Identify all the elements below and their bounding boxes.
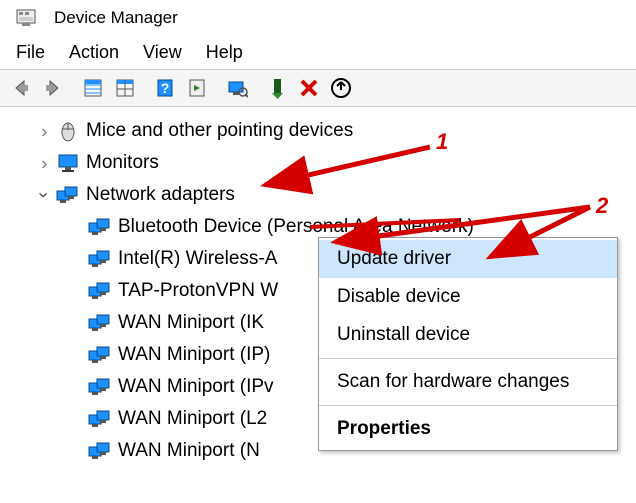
tree-label: WAN Miniport (N (118, 440, 260, 462)
ctx-separator (319, 358, 617, 359)
expand-icon[interactable] (36, 155, 52, 171)
detail-view-button[interactable] (78, 73, 108, 103)
list-view-button[interactable] (110, 73, 140, 103)
titlebar: Device Manager (0, 0, 636, 34)
back-button[interactable] (6, 73, 36, 103)
svg-text:?: ? (161, 80, 170, 96)
annotation-1: 1 (436, 129, 448, 155)
ctx-uninstall-device[interactable]: Uninstall device (319, 316, 617, 354)
tree-label: TAP-ProtonVPN W (118, 280, 278, 302)
mouse-icon (56, 119, 80, 143)
scan-hardware-button[interactable] (222, 73, 252, 103)
tree-label: WAN Miniport (L2 (118, 408, 267, 430)
menu-view[interactable]: View (143, 42, 182, 63)
action-button[interactable] (182, 73, 212, 103)
tree-label: WAN Miniport (IPv (118, 376, 274, 398)
disable-device-button[interactable] (294, 73, 324, 103)
network-adapter-icon (88, 311, 112, 335)
network-adapter-icon (88, 279, 112, 303)
update-driver-button[interactable] (326, 73, 356, 103)
enable-device-button[interactable] (262, 73, 292, 103)
menu-help[interactable]: Help (206, 42, 243, 63)
tree-label: Network adapters (86, 184, 235, 206)
device-tree: Mice and other pointing devices Monitors… (0, 107, 636, 467)
network-adapter-icon (88, 439, 112, 463)
ctx-properties[interactable]: Properties (319, 410, 617, 448)
network-adapter-icon (88, 247, 112, 271)
tree-label: Mice and other pointing devices (86, 120, 353, 142)
tree-item-network-adapters[interactable]: Network adapters (0, 179, 636, 211)
network-adapter-icon (88, 375, 112, 399)
ctx-scan-hardware[interactable]: Scan for hardware changes (319, 363, 617, 401)
annotation-2: 2 (596, 193, 608, 219)
app-icon (14, 6, 38, 30)
menu-action[interactable]: Action (69, 42, 119, 63)
context-menu: Update driver Disable device Uninstall d… (318, 237, 618, 451)
ctx-update-driver[interactable]: Update driver (319, 240, 617, 278)
tree-label: Bluetooth Device (Personal Area Network) (118, 216, 474, 238)
ctx-disable-device[interactable]: Disable device (319, 278, 617, 316)
expand-icon[interactable] (36, 123, 52, 139)
tree-label: Intel(R) Wireless-A (118, 248, 277, 270)
tree-item-monitors[interactable]: Monitors (0, 147, 636, 179)
menu-file[interactable]: File (16, 42, 45, 63)
tree-label: WAN Miniport (IK (118, 312, 264, 334)
help-button[interactable]: ? (150, 73, 180, 103)
network-adapter-icon (88, 343, 112, 367)
network-adapter-icon (56, 183, 80, 207)
forward-button[interactable] (38, 73, 68, 103)
menubar: File Action View Help (0, 34, 636, 69)
network-adapter-icon (88, 407, 112, 431)
tree-label: Monitors (86, 152, 159, 174)
tree-item-mice[interactable]: Mice and other pointing devices (0, 115, 636, 147)
monitor-icon (56, 151, 80, 175)
expand-icon[interactable] (36, 187, 52, 203)
tree-label: WAN Miniport (IP) (118, 344, 270, 366)
ctx-separator (319, 405, 617, 406)
toolbar: ? (0, 69, 636, 107)
network-adapter-icon (88, 215, 112, 239)
window-title: Device Manager (54, 8, 178, 28)
